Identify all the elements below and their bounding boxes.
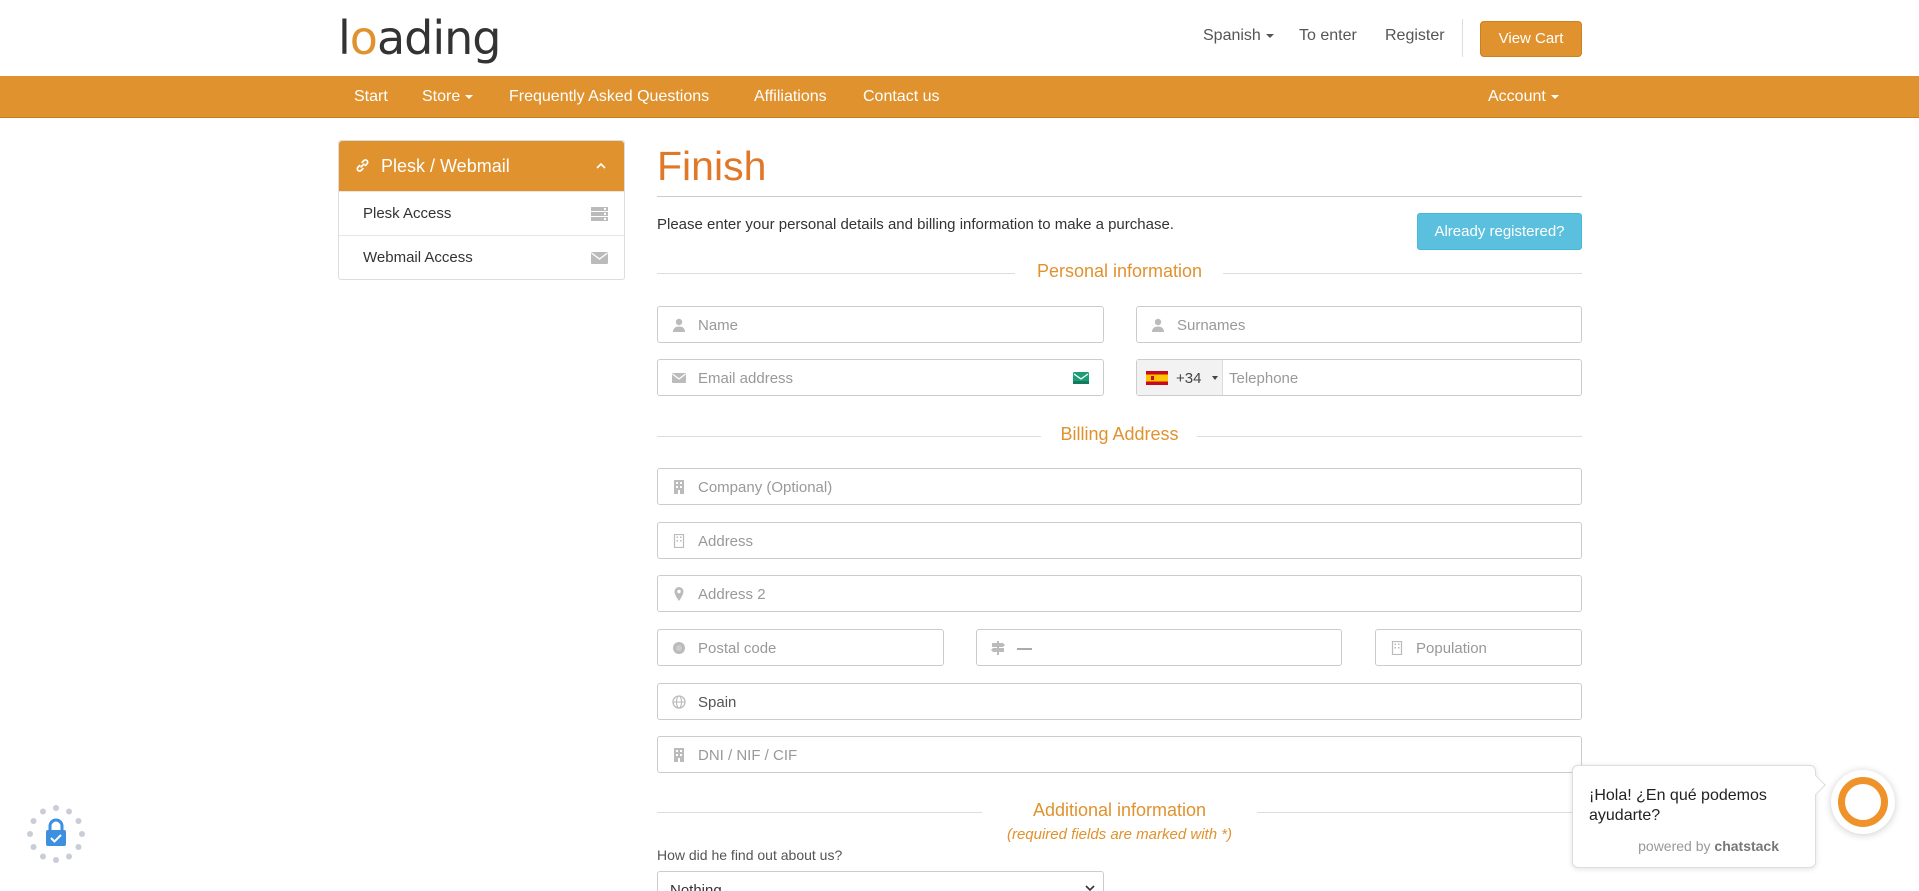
title-divider: [657, 196, 1582, 197]
address2-input[interactable]: Address 2: [657, 575, 1582, 612]
email-input[interactable]: Email address: [657, 359, 1104, 396]
sidebar-item-webmail[interactable]: Webmail Access: [339, 235, 624, 279]
building-icon: [674, 748, 684, 762]
required-fields-note: (required fields are marked with *): [1006, 826, 1233, 843]
nav-start[interactable]: Start: [354, 88, 388, 106]
sidebar-header[interactable]: Plesk / Webmail: [339, 141, 624, 191]
language-label: Spanish: [1203, 27, 1261, 44]
sidebar-title: Plesk / Webmail: [381, 156, 510, 176]
certificate-icon: [673, 642, 685, 654]
caret-down-icon: [1212, 376, 1218, 380]
dni-input[interactable]: DNI / NIF / CIF: [657, 736, 1582, 773]
section-title: Billing Address: [1060, 424, 1179, 444]
section-billing: Billing Address: [657, 424, 1582, 448]
company-placeholder: Company (Optional): [698, 479, 833, 496]
dni-placeholder: DNI / NIF / CIF: [698, 747, 798, 764]
nav-account-label: Account: [1488, 88, 1546, 105]
top-header: loading Spanish To enter Register View C…: [0, 0, 1919, 76]
nav-faq[interactable]: Frequently Asked Questions: [509, 88, 709, 106]
section-title: Personal information: [1036, 261, 1203, 281]
chat-greeting: ¡Hola! ¿En qué podemos ayudarte?: [1589, 787, 1767, 824]
language-dropdown[interactable]: Spanish: [1203, 27, 1274, 45]
chat-powered-prefix: powered by: [1638, 838, 1711, 854]
register-link[interactable]: Register: [1385, 27, 1445, 45]
logo-text-o: o: [349, 11, 378, 65]
already-registered-button[interactable]: Already registered?: [1417, 213, 1582, 250]
address-input[interactable]: Address: [657, 522, 1582, 559]
chat-launcher-button[interactable]: [1831, 770, 1895, 834]
section-personal: Personal information: [657, 261, 1582, 285]
company-input[interactable]: Company (Optional): [657, 468, 1582, 505]
email-placeholder: Email address: [698, 370, 794, 387]
surnames-input[interactable]: Surnames: [1136, 306, 1582, 343]
user-icon: [1152, 318, 1164, 332]
name-placeholder: Name: [698, 317, 739, 334]
caret-down-icon: [465, 94, 474, 99]
chat-popup[interactable]: ¡Hola! ¿En qué podemos ayudarte? powered…: [1572, 765, 1826, 868]
nav-store-label: Store: [422, 88, 461, 105]
login-link[interactable]: To enter: [1299, 27, 1357, 45]
header-divider: [1462, 19, 1463, 57]
surnames-placeholder: Surnames: [1177, 317, 1246, 334]
nav-affiliations[interactable]: Affiliations: [754, 88, 827, 106]
chat-powered-brand: chatstack: [1714, 838, 1779, 854]
server-icon: [591, 207, 608, 221]
country-code-selector[interactable]: +34: [1137, 360, 1223, 395]
envelope-icon: [672, 373, 686, 383]
telephone-placeholder: Telephone: [1229, 370, 1299, 387]
building-icon: [674, 480, 684, 494]
country-select[interactable]: Spain: [657, 683, 1582, 720]
phone-code: +34: [1176, 370, 1202, 387]
spain-flag-icon: [1146, 371, 1168, 385]
referral-selected-value: Nothing: [670, 882, 722, 891]
sidebar-item-plesk[interactable]: Plesk Access: [339, 191, 624, 235]
section-additional: Additional information (required fields …: [657, 800, 1582, 843]
sidebar-panel: Plesk / Webmail Plesk Access Webmail Acc…: [338, 140, 625, 280]
name-input[interactable]: Name: [657, 306, 1104, 343]
nav-account[interactable]: Account: [1488, 88, 1559, 106]
globe-icon: [672, 695, 686, 709]
email-check-icon[interactable]: [1073, 372, 1089, 384]
chevron-up-icon[interactable]: [596, 161, 606, 171]
privacy-seal-icon[interactable]: [26, 804, 86, 864]
address-placeholder: Address: [698, 533, 754, 550]
site-logo[interactable]: loading: [338, 11, 502, 65]
province-value: —: [1017, 640, 1032, 657]
population-input[interactable]: Population: [1375, 629, 1582, 666]
population-placeholder: Population: [1416, 640, 1487, 657]
map-marker-icon: [674, 587, 684, 601]
intro-text: Please enter your personal details and b…: [657, 216, 1174, 233]
chat-powered-by[interactable]: powered by chatstack: [1638, 838, 1779, 854]
page-title: Finish: [657, 143, 767, 189]
link-icon: [356, 159, 369, 172]
country-value: Spain: [698, 694, 737, 711]
sidebar-item-label: Webmail Access: [363, 249, 473, 266]
postal-code-input[interactable]: Postal code: [657, 629, 944, 666]
referral-question-label: How did he find out about us?: [657, 847, 843, 863]
referral-select[interactable]: Nothing: [657, 871, 1104, 891]
building-outline-icon: [673, 534, 685, 548]
chat-popup-tail: [1806, 775, 1826, 795]
postal-code-placeholder: Postal code: [698, 640, 777, 657]
caret-down-icon: [1265, 33, 1274, 38]
building-outline-icon: [1391, 641, 1403, 655]
telephone-input[interactable]: +34 Telephone: [1136, 359, 1582, 396]
signpost-icon: [991, 641, 1005, 655]
province-select[interactable]: —: [976, 629, 1342, 666]
address2-placeholder: Address 2: [698, 586, 766, 603]
logo-text-start: l: [338, 11, 351, 65]
user-icon: [673, 318, 685, 332]
view-cart-button[interactable]: View Cart: [1480, 21, 1582, 57]
section-title: Additional information: [1032, 800, 1207, 820]
nav-contact[interactable]: Contact us: [863, 88, 939, 106]
logo-text-end: ading: [376, 11, 502, 65]
chat-ring-icon: [1838, 777, 1888, 827]
nav-store[interactable]: Store: [422, 88, 474, 106]
envelope-icon: [591, 252, 608, 264]
sidebar-item-label: Plesk Access: [363, 205, 452, 222]
caret-down-icon: [1550, 94, 1559, 99]
main-navbar: Start Store Frequently Asked Questions A…: [0, 76, 1919, 118]
chevron-down-icon: [1085, 885, 1095, 891]
